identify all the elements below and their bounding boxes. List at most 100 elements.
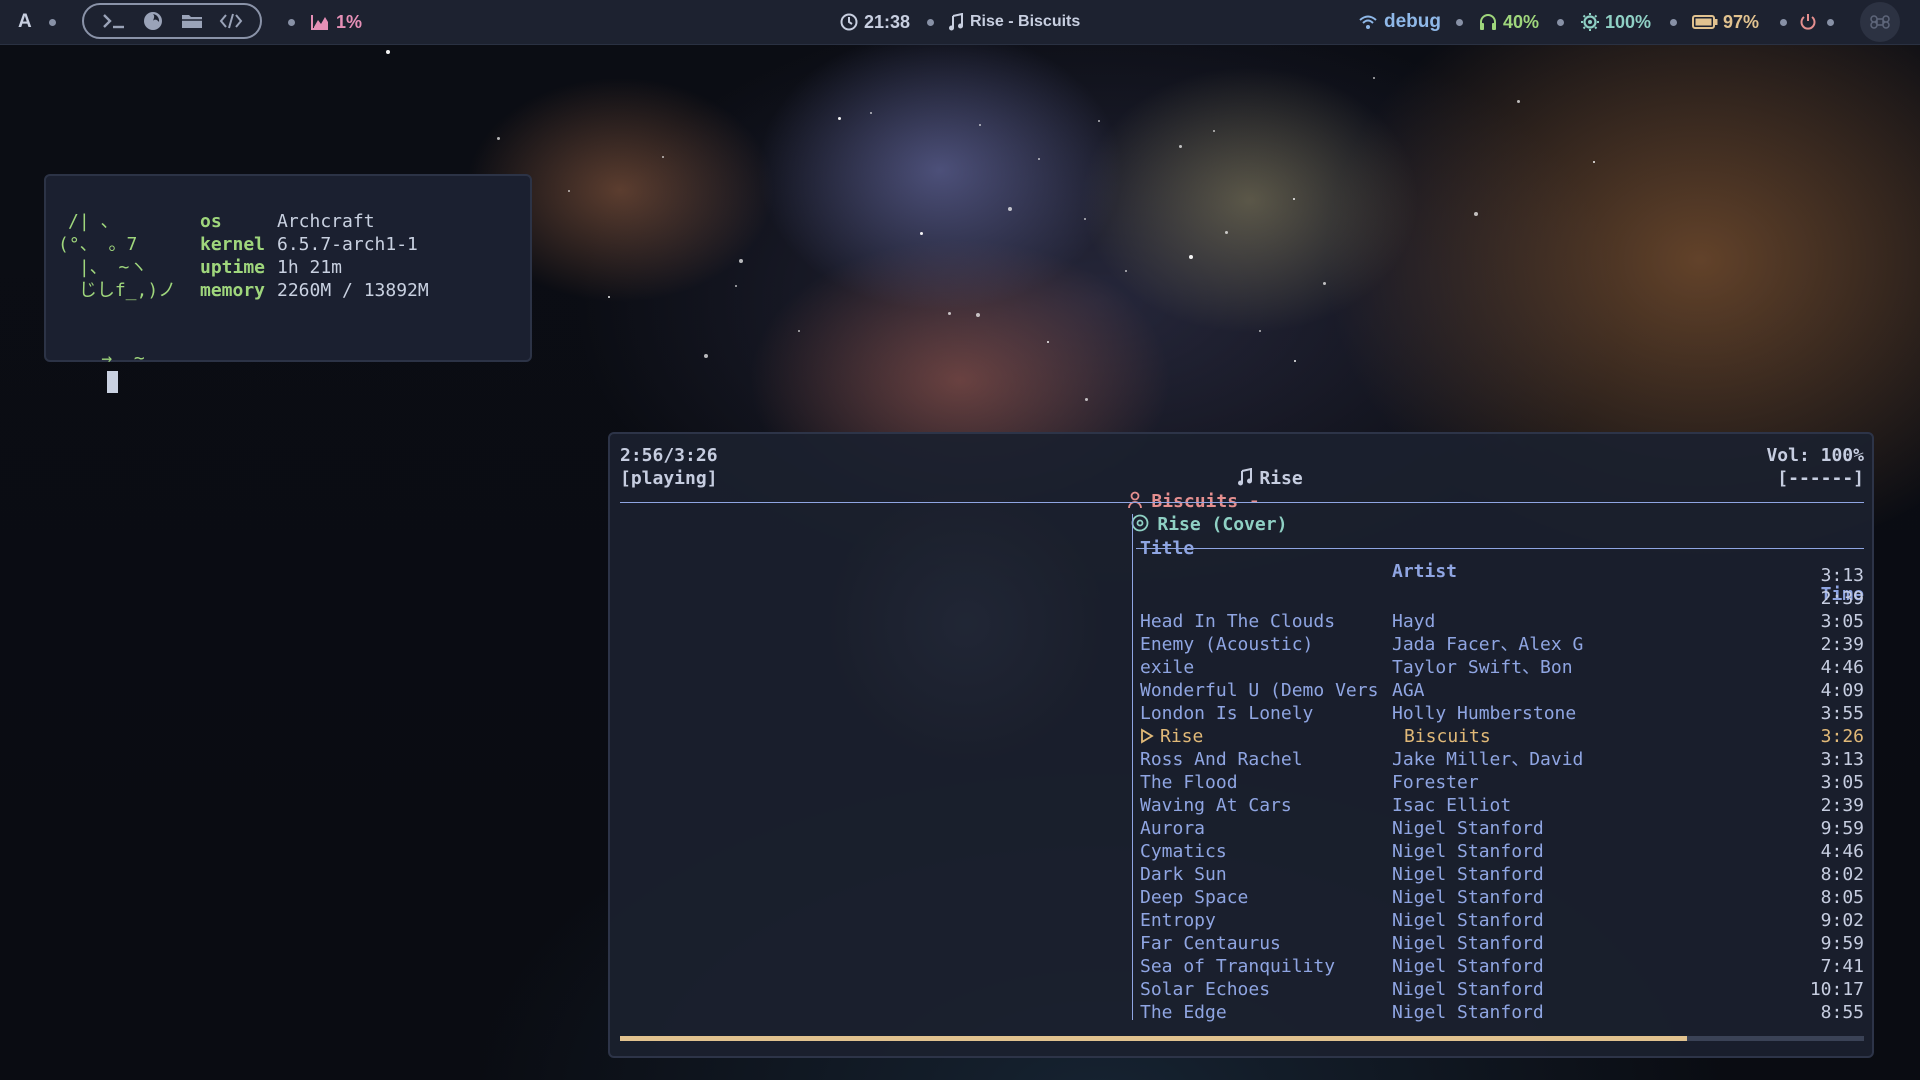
track-title: London Is Lonely bbox=[1140, 702, 1390, 725]
play-indicator-icon bbox=[1141, 728, 1154, 744]
separator-dot bbox=[1780, 18, 1787, 26]
track-duration: 4:46 bbox=[1820, 657, 1864, 678]
cpu-widget[interactable]: 1% bbox=[310, 0, 362, 44]
info-value-os: Archcraft bbox=[277, 211, 375, 232]
star bbox=[568, 190, 570, 192]
track-duration: 8:05 bbox=[1820, 887, 1864, 908]
star bbox=[735, 285, 737, 287]
cpu-chart-icon bbox=[311, 15, 328, 30]
track-title: Far Centaurus bbox=[1140, 932, 1390, 955]
battery-widget[interactable]: 97% bbox=[1692, 0, 1759, 44]
info-key-uptime: uptime bbox=[200, 257, 266, 278]
volume-widget[interactable]: 40% bbox=[1478, 0, 1539, 44]
music-player-window[interactable]: 2:56/3:26 [playing] Rise Biscuits - Rise… bbox=[608, 432, 1874, 1058]
headphones-icon bbox=[1480, 14, 1496, 30]
star bbox=[948, 312, 951, 315]
playlist-row[interactable]: Far Centaurus Nigel Stanford 9:59 bbox=[1136, 932, 1864, 955]
playlist-row[interactable]: Cymatics Nigel Stanford 4:46 bbox=[1136, 840, 1864, 863]
battery-icon bbox=[1692, 15, 1718, 29]
star bbox=[1125, 270, 1127, 272]
track-title-text: Sea of Tranquility bbox=[1140, 956, 1336, 977]
code-icon[interactable] bbox=[217, 7, 245, 35]
track-duration: 8:02 bbox=[1820, 864, 1864, 885]
track-title-text: Solar Echoes bbox=[1140, 979, 1271, 1000]
star bbox=[1047, 341, 1049, 343]
terminal-window[interactable]: /| 、 (°、 。7 |、 ~ヽ じしf_,)ノ os Archcraft k… bbox=[44, 174, 532, 393]
header-divider bbox=[620, 502, 1864, 503]
track-duration: 3:05 bbox=[1820, 772, 1864, 793]
text-cursor[interactable] bbox=[107, 371, 119, 393]
firefox-icon[interactable] bbox=[139, 7, 167, 35]
track-duration: 4:46 bbox=[1820, 841, 1864, 862]
playlist-row[interactable]: Enemy (Acoustic) Jada Facer、Alex G 2:39 bbox=[1136, 633, 1864, 656]
playlist-row[interactable]: Sea of Tranquility Nigel Stanford 7:41 bbox=[1136, 955, 1864, 978]
music-note-icon bbox=[949, 13, 963, 31]
track-duration: 7:41 bbox=[1820, 956, 1864, 977]
playback-progress-bar[interactable] bbox=[620, 1036, 1864, 1041]
track-artist: Nigel Stanford bbox=[1392, 1002, 1544, 1023]
star bbox=[1293, 198, 1295, 200]
clock-time: 21:38 bbox=[864, 11, 911, 32]
star bbox=[1593, 161, 1595, 163]
cpu-usage: 1% bbox=[336, 11, 363, 32]
track-title-text: Cymatics bbox=[1140, 841, 1227, 862]
playlist-row[interactable]: Entropy Nigel Stanford 9:02 bbox=[1136, 909, 1864, 932]
track-duration: 10:17 bbox=[1809, 979, 1864, 1000]
folder-icon[interactable] bbox=[178, 7, 206, 35]
track-artist: Isac Elliot bbox=[1392, 795, 1512, 816]
playlist-row[interactable]: Deep Space Nigel Stanford 8:05 bbox=[1136, 886, 1864, 909]
elapsed-time: 2:56/3:26 bbox=[620, 445, 718, 466]
command-button[interactable] bbox=[1860, 0, 1900, 44]
playlist-row[interactable]: 3:13 bbox=[1136, 564, 1864, 587]
track-title-text: Far Centaurus bbox=[1140, 933, 1281, 954]
playlist-row[interactable]: Head In The Clouds Hayd 3:05 bbox=[1136, 610, 1864, 633]
playlist-row-current[interactable]: Rise Biscuits 3:26 bbox=[1136, 725, 1864, 748]
separator-dot bbox=[1670, 18, 1677, 26]
playlist-row[interactable]: Ross And Rachel Jake Miller、David 3:13 bbox=[1136, 748, 1864, 771]
now-playing-widget[interactable]: Rise - Biscuits bbox=[948, 0, 1080, 44]
playlist-row[interactable]: 2:39 bbox=[1136, 587, 1864, 610]
playlist-row[interactable]: Solar Echoes Nigel Stanford 10:17 bbox=[1136, 978, 1864, 1001]
track-duration: 3:55 bbox=[1820, 703, 1864, 724]
volume-bar[interactable]: [------] bbox=[1777, 467, 1864, 490]
track-title: Head In The Clouds bbox=[1140, 610, 1390, 633]
prompt-text: → ~ bbox=[101, 348, 145, 369]
power-button[interactable] bbox=[1799, 0, 1817, 44]
playlist-row[interactable]: The Flood Forester 3:05 bbox=[1136, 771, 1864, 794]
brightness-widget[interactable]: 100% bbox=[1580, 0, 1651, 44]
star bbox=[1517, 100, 1520, 103]
track-title-text: Rise bbox=[1160, 726, 1204, 747]
star bbox=[662, 156, 664, 158]
track-title-text: Dark Sun bbox=[1140, 864, 1227, 885]
track-title-text: Enemy (Acoustic) bbox=[1140, 634, 1314, 655]
playlist-row[interactable]: The Edge Nigel Stanford 8:55 bbox=[1136, 1001, 1864, 1024]
track-title-text: The Edge bbox=[1140, 1002, 1227, 1023]
shell-prompt: → ~ bbox=[58, 324, 145, 416]
wifi-icon bbox=[1359, 15, 1377, 29]
track-artist: Nigel Stanford bbox=[1392, 887, 1544, 908]
track-title-text: exile bbox=[1140, 657, 1195, 678]
star bbox=[1323, 282, 1326, 285]
network-widget[interactable]: debug bbox=[1358, 0, 1441, 44]
track-title-text: Deep Space bbox=[1140, 887, 1249, 908]
playlist-row[interactable]: London Is Lonely Holly Humberstone 3:55 bbox=[1136, 702, 1864, 725]
playlist-row[interactable]: Aurora Nigel Stanford 9:59 bbox=[1136, 817, 1864, 840]
playlist-row[interactable]: Wonderful U (Demo Vers AGA 4:09 bbox=[1136, 679, 1864, 702]
playlist-row[interactable]: Dark Sun Nigel Stanford 8:02 bbox=[1136, 863, 1864, 886]
launcher-button[interactable]: A bbox=[18, 0, 32, 44]
clock-widget[interactable]: 21:38 bbox=[840, 0, 910, 44]
track-title-text: Entropy bbox=[1140, 910, 1216, 931]
star bbox=[976, 313, 980, 317]
info-key-os: os bbox=[200, 211, 222, 232]
track-duration: 3:26 bbox=[1820, 726, 1864, 747]
now-playing-text: Rise - Biscuits bbox=[970, 13, 1081, 30]
playlist-row[interactable]: exile Taylor Swift、Bon 4:46 bbox=[1136, 656, 1864, 679]
playlist-row[interactable]: Waving At Cars Isac Elliot 2:39 bbox=[1136, 794, 1864, 817]
terminal-icon[interactable] bbox=[100, 7, 128, 35]
track-artist: Jake Miller、David bbox=[1392, 749, 1584, 770]
track-artist: Taylor Swift、Bon bbox=[1392, 657, 1573, 678]
star bbox=[1213, 130, 1215, 132]
star bbox=[1189, 255, 1193, 259]
track-title: Cymatics bbox=[1140, 840, 1390, 863]
ascii-art-line: じしf_,)ノ bbox=[68, 280, 177, 301]
